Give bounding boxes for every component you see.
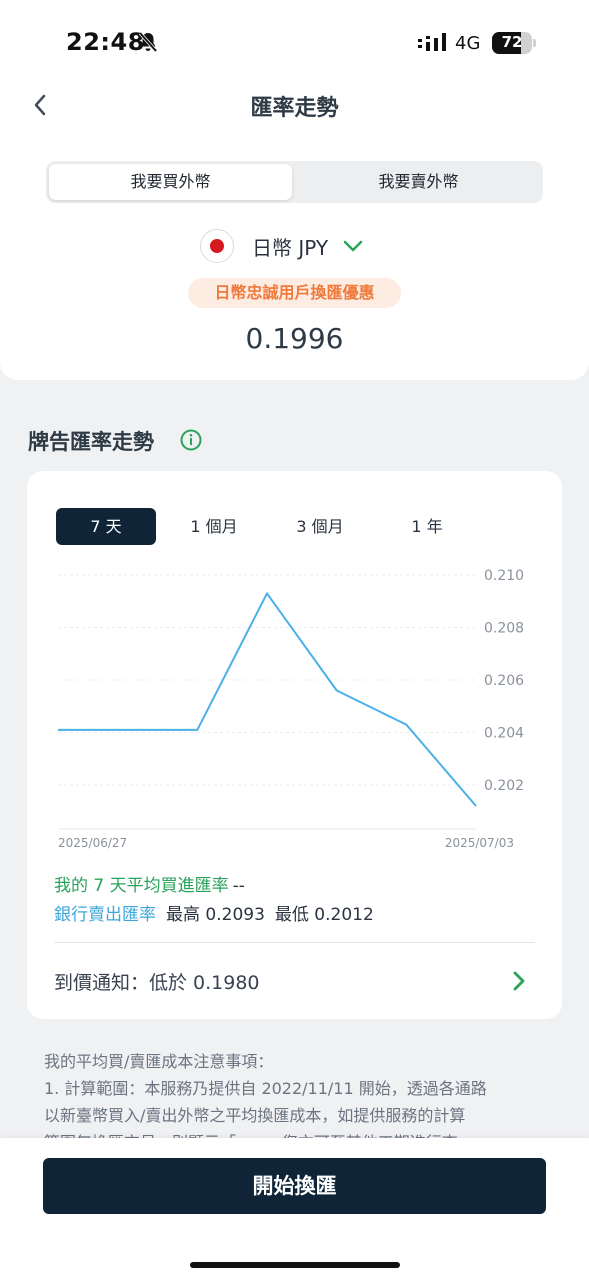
- page-title: 匯率走勢: [250, 96, 339, 121]
- bank-high: 最高 0.2093: [166, 905, 265, 925]
- home-indicator: [190, 1262, 400, 1268]
- japan-flag-icon: [200, 229, 234, 263]
- bank-low: 最低 0.2012: [274, 905, 374, 925]
- info-icon[interactable]: [180, 429, 202, 451]
- avg-buy-value: --: [232, 876, 245, 896]
- exchange-rate-value: 0.1996: [245, 322, 344, 355]
- notes-title: 我的平均買/賣匯成本注意事項：: [44, 1052, 274, 1071]
- start-exchange-button[interactable]: 開始換匯: [43, 1158, 546, 1214]
- network-type: 4G: [455, 33, 481, 54]
- currency-selector[interactable]: 日幣 JPY: [200, 229, 364, 263]
- divider: [54, 942, 535, 943]
- range-tab-3m[interactable]: 3 個月: [270, 508, 370, 545]
- tab-sell-foreign[interactable]: 我要賣外幣: [297, 164, 540, 200]
- bank-sell-rate: 銀行賣出匯率 最高 0.2093 最低 0.2012: [54, 900, 374, 925]
- section-title: 牌告匯率走勢: [28, 430, 154, 454]
- battery-level: 72: [501, 33, 523, 51]
- chevron-down-icon: [343, 240, 363, 252]
- currency-name: 日幣 JPY: [252, 235, 329, 260]
- range-tab-1y[interactable]: 1 年: [377, 508, 477, 545]
- range-tab-1m[interactable]: 1 個月: [164, 508, 264, 545]
- avg-buy-label: 我的 7 天平均買進匯率: [54, 876, 229, 896]
- chart-card: [27, 471, 562, 1019]
- price-alert-text: 到價通知：低於 0.1980: [54, 972, 260, 994]
- trade-type-toggle: 我要買外幣 我要賣外幣: [46, 161, 543, 203]
- notes-line: 1. 計算範圍：本服務乃提供自 2022/11/11 開始，透過各通路: [44, 1079, 487, 1098]
- battery-icon: 72: [492, 32, 536, 54]
- chevron-right-icon: [513, 971, 525, 991]
- range-tab-7d[interactable]: 7 天: [56, 508, 156, 545]
- avg-buy-rate: 我的 7 天平均買進匯率 --: [54, 871, 245, 896]
- status-bar: 22:48 4G 72: [0, 0, 589, 80]
- tab-buy-foreign[interactable]: 我要買外幣: [49, 164, 292, 200]
- bell-off-icon: [138, 31, 158, 53]
- price-alert-row[interactable]: 到價通知：低於 0.1980: [54, 966, 535, 996]
- notes-line: 以新臺幣買入/賣出外幣之平均換匯成本，如提供服務的計算: [44, 1106, 466, 1125]
- bank-sell-label: 銀行賣出匯率: [54, 905, 156, 925]
- promo-badge: 日幣忠誠用戶換匯優惠: [188, 278, 401, 308]
- signal-icon: [418, 33, 446, 51]
- status-time: 22:48: [66, 28, 145, 56]
